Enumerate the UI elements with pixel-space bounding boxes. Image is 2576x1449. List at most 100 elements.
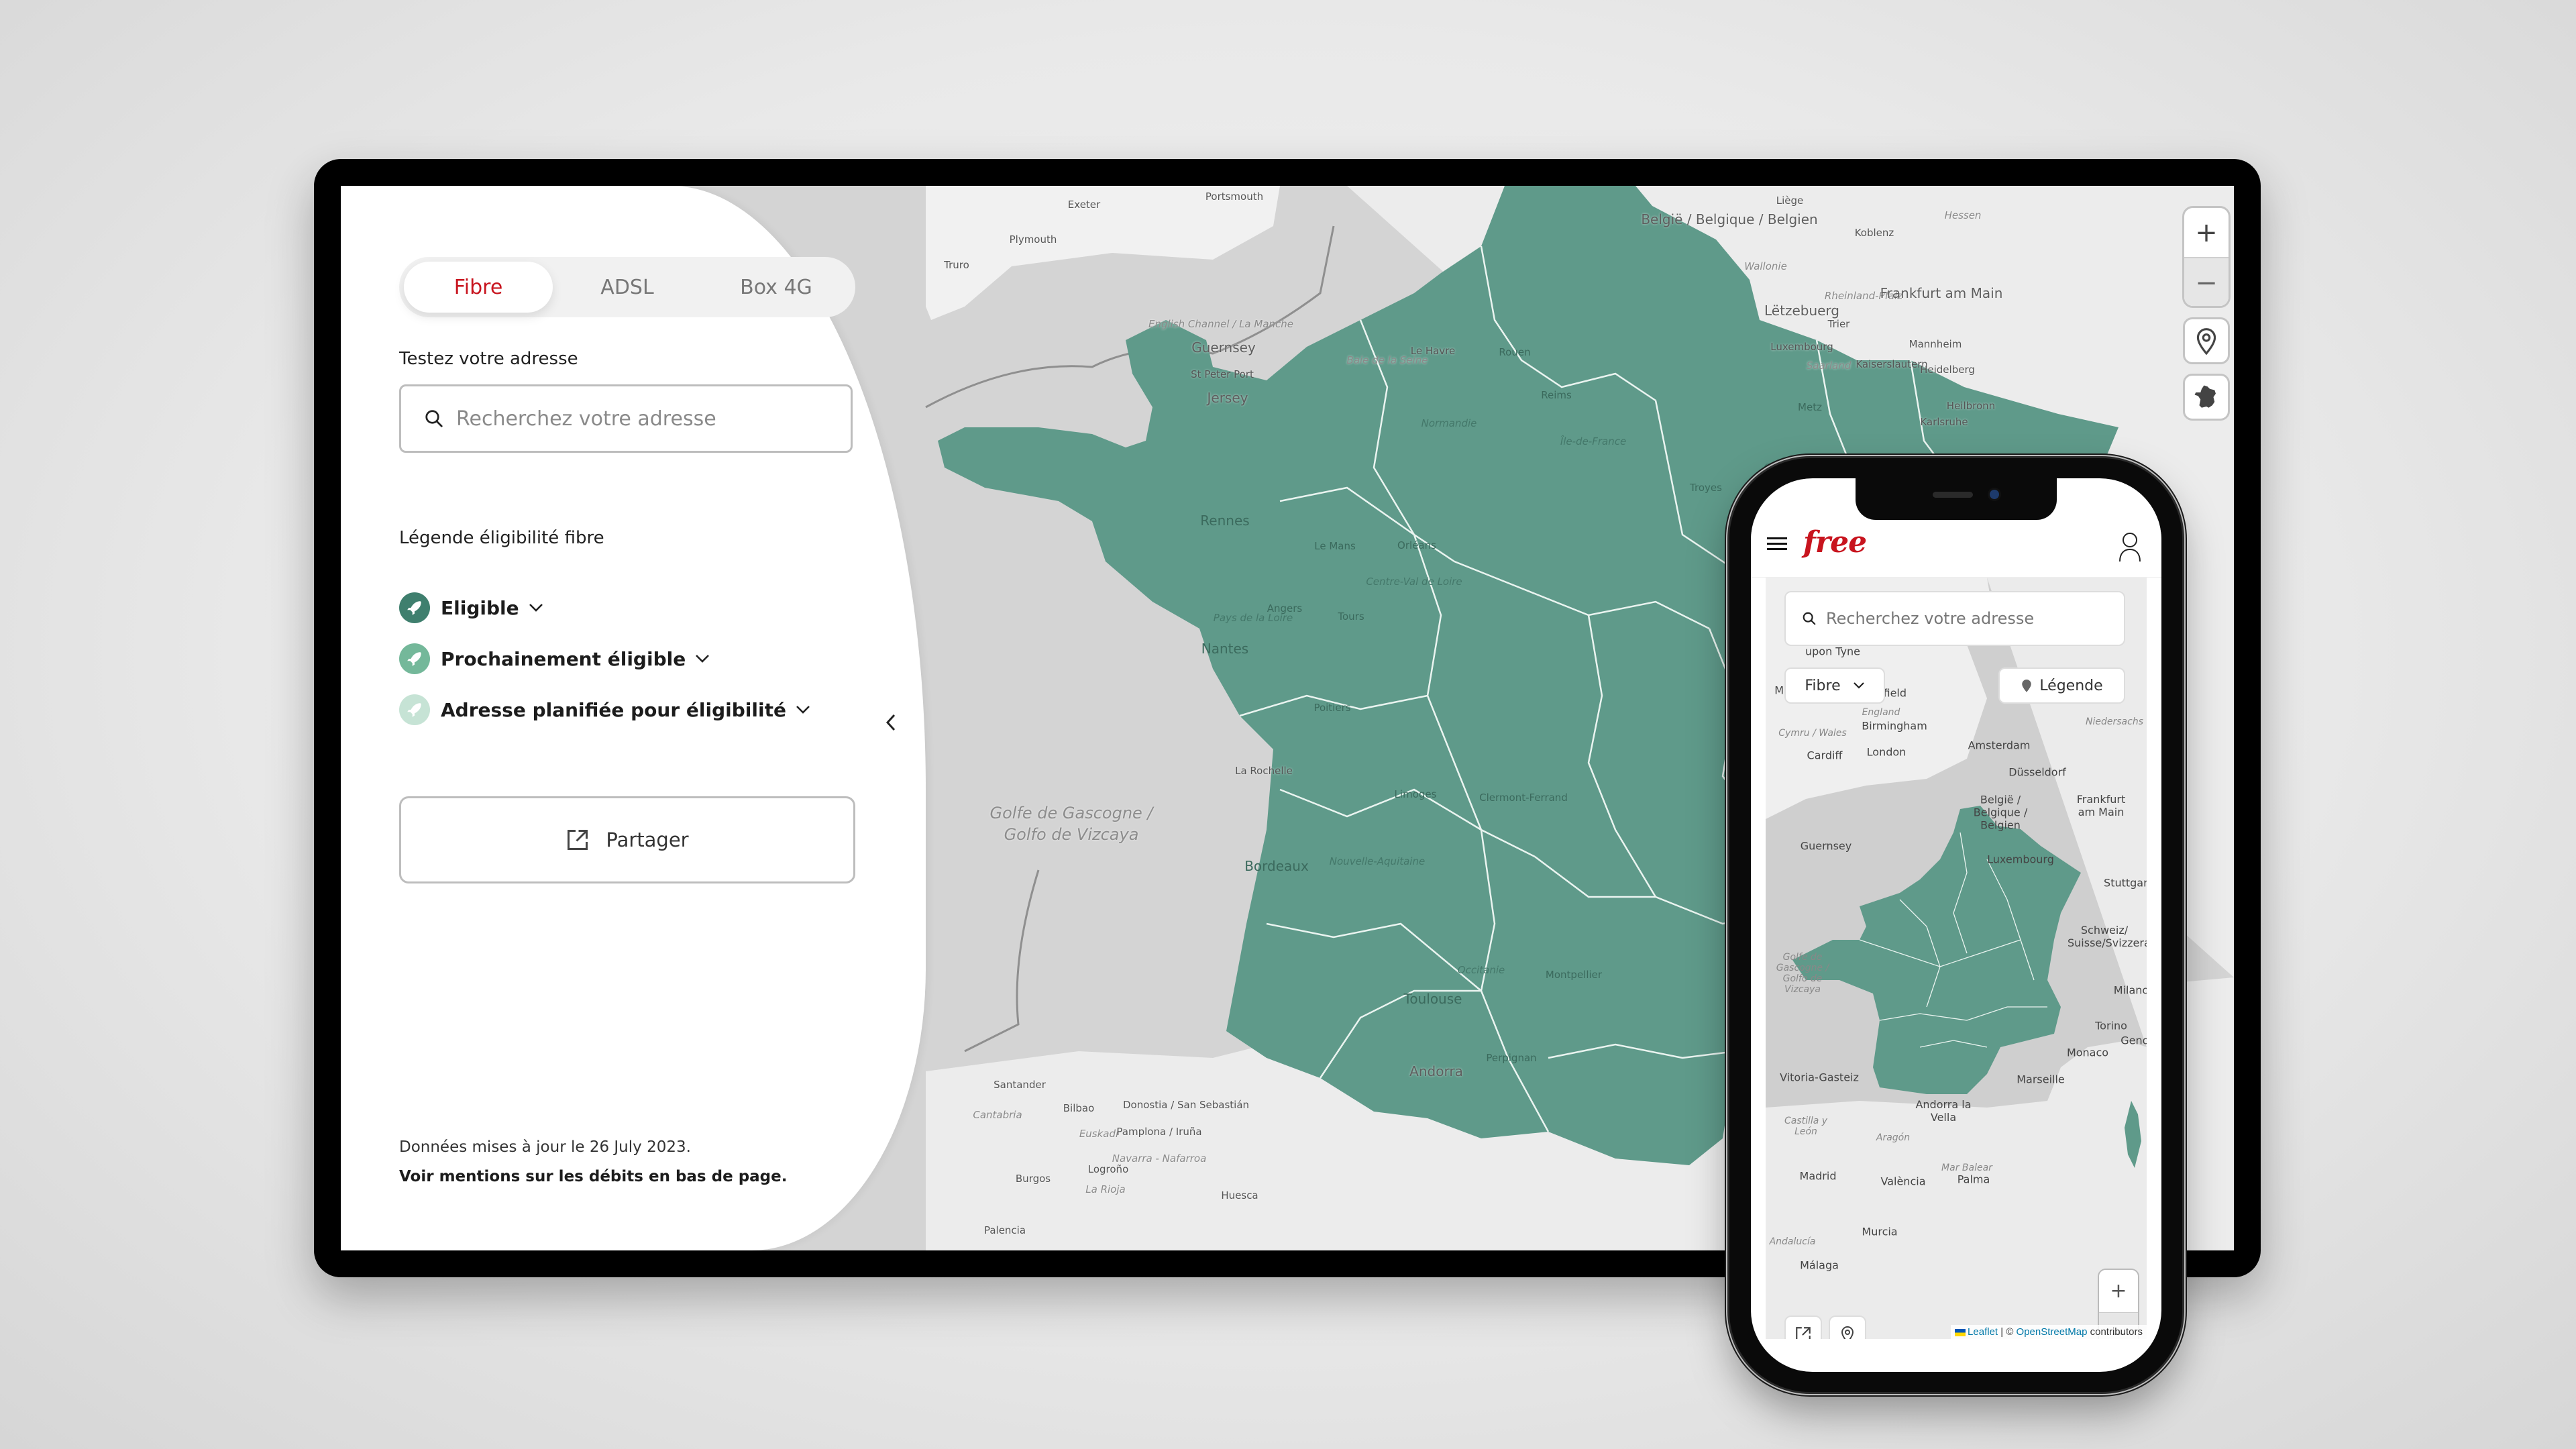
mobile-locate-button[interactable] [1829,1316,1866,1339]
map-label: Metz [1798,401,1822,413]
address-search[interactable] [399,384,853,453]
speed-notice-link[interactable]: Voir mentions sur les débits en bas de p… [399,1168,787,1185]
legend-title: Légende éligibilité fibre [399,528,604,548]
user-icon [2119,533,2141,562]
map-label: Perpignan [1486,1052,1537,1064]
map-label: Trier [1827,318,1850,330]
free-logo[interactable]: free [1803,525,1867,559]
zoom-in-button[interactable]: + [2099,1270,2138,1312]
map-label: Andorra [1409,1063,1463,1079]
map-label: La Rochelle [1235,765,1293,777]
menu-button[interactable] [1767,536,1787,554]
map-label: Pamplona / Iruña [1116,1126,1202,1138]
map-label: Truro [944,259,969,271]
mobile-map[interactable]: upon Tyne Manchester Sheffield England C… [1766,578,2147,1339]
recenter-france-button[interactable] [2183,374,2230,421]
map-label: Genova [2121,1034,2147,1047]
map-label: Rennes [1200,513,1250,529]
map-label: Andorra la Vella [1915,1098,1972,1124]
tab-adsl[interactable]: ADSL [553,262,702,313]
ukraine-flag-icon [1955,1328,1966,1336]
map-label: Île-de-France [1560,435,1627,447]
map-label: Frankfurt am Main [1880,285,2003,301]
legend-label: Adresse planifiée pour éligibilité [441,698,786,721]
share-button[interactable]: Partager [399,796,855,883]
map-label: Cantabria [973,1109,1022,1121]
map-label: Cymru / Wales [1778,728,1847,739]
map-label: Portsmouth [1205,191,1264,203]
map-label: Rouen [1499,346,1531,358]
map-label: Milano [2113,983,2147,997]
network-select-value: Fibre [1805,677,1841,694]
mobile-screen: free upon Tyne England Cymru / Wales Bir… [1751,478,2161,1372]
mobile-address-search-input[interactable] [1825,608,2123,629]
uk-land [926,186,1280,320]
map-label: Golfe de Gascogne / Golfo de Vizcaya [1776,952,1829,995]
map-label: Madrid [1799,1169,1837,1183]
map-label: Luxembourg [1770,341,1833,353]
zoom-in-button[interactable]: + [2184,208,2229,257]
tab-box-4g[interactable]: Box 4G [702,262,851,313]
map-label: Lëtzebuerg [1764,303,1839,319]
map-label: Clermont-Ferrand [1479,792,1568,804]
map-label: Schweiz/ Suisse/Svizzera [2068,924,2147,949]
map-label: Toulouse [1403,991,1462,1007]
address-search-input[interactable] [455,406,847,431]
map-label: London [1866,745,1907,759]
tab-fibre[interactable]: Fibre [404,262,553,313]
osm-link[interactable]: OpenStreetMap [2017,1326,2088,1338]
legend-item-eligible[interactable]: Eligible [399,592,543,624]
map-label: Heidelberg [1920,364,1975,376]
rocket-icon [399,643,430,674]
location-pin-icon [1841,1326,1854,1339]
mobile-phone: free upon Tyne England Cymru / Wales Bir… [1729,458,2182,1392]
map-label: Guernsey [1191,339,1256,356]
map-label: Vitoria-Gasteiz [1780,1071,1859,1084]
map-label: Bilbao [1063,1102,1095,1114]
network-tabs: Fibre ADSL Box 4G [399,257,855,317]
chevron-down-icon [796,706,810,714]
legend-item-prochainement[interactable]: Prochainement éligible [399,643,710,675]
map-label: Occitanie [1457,964,1505,976]
map-label: Logroño [1087,1163,1129,1175]
map-label-sea: Golfe de Gascogne / Golfo de Vizcaya [989,804,1153,844]
legend-label: Eligible [441,596,519,619]
map-label: Monaco [2066,1046,2109,1059]
legend-button[interactable]: Légende [1998,667,2125,704]
hamburger-menu-icon [1767,537,1787,550]
legend-label: Prochainement éligible [441,647,686,670]
map-label: Heilbronn [1946,400,1996,412]
map-label: English Channel / La Manche [1148,318,1294,330]
address-label: Testez votre adresse [399,349,578,369]
account-button[interactable] [2118,532,2141,566]
map-label: Santander [994,1079,1046,1091]
map-label: València [1880,1175,1926,1188]
map-label: Amsterdam [1968,739,2031,752]
camera [1990,490,1999,499]
map-label: Castilla y León [1784,1116,1828,1137]
legend-item-planifiee[interactable]: Adresse planifiée pour éligibilité [399,694,810,726]
map-label: Mar Balear [1941,1163,1992,1173]
chevron-down-icon [1853,682,1864,689]
map-label: België / Belgique / Belgien [1641,211,1818,227]
map-label: Jersey [1207,390,1248,406]
leaflet-link[interactable]: Leaflet [1968,1326,1998,1338]
mobile-share-button[interactable] [1784,1316,1822,1339]
map-label: Le Havre [1410,345,1456,357]
map-label: Torino [2095,1019,2127,1032]
mobile-address-search[interactable] [1784,591,2125,646]
map-label: Tours [1338,610,1364,623]
phone-notch [1856,478,2057,520]
map-label: Guernsey [1800,839,1852,853]
map-label: Wallonie [1744,260,1787,272]
locate-button[interactable] [2183,317,2230,364]
map-label: Birmingham [1862,719,1927,733]
network-select[interactable]: Fibre [1784,667,1885,704]
map-label: Exeter [1067,199,1101,211]
collapse-panel-button[interactable] [877,709,904,736]
map-label: upon Tyne [1805,645,1861,658]
map-label: Limoges [1394,788,1437,800]
zoom-out-button[interactable]: − [2184,257,2229,306]
map-label: Nantes [1201,641,1249,657]
map-label: Düsseldorf [2008,765,2066,779]
